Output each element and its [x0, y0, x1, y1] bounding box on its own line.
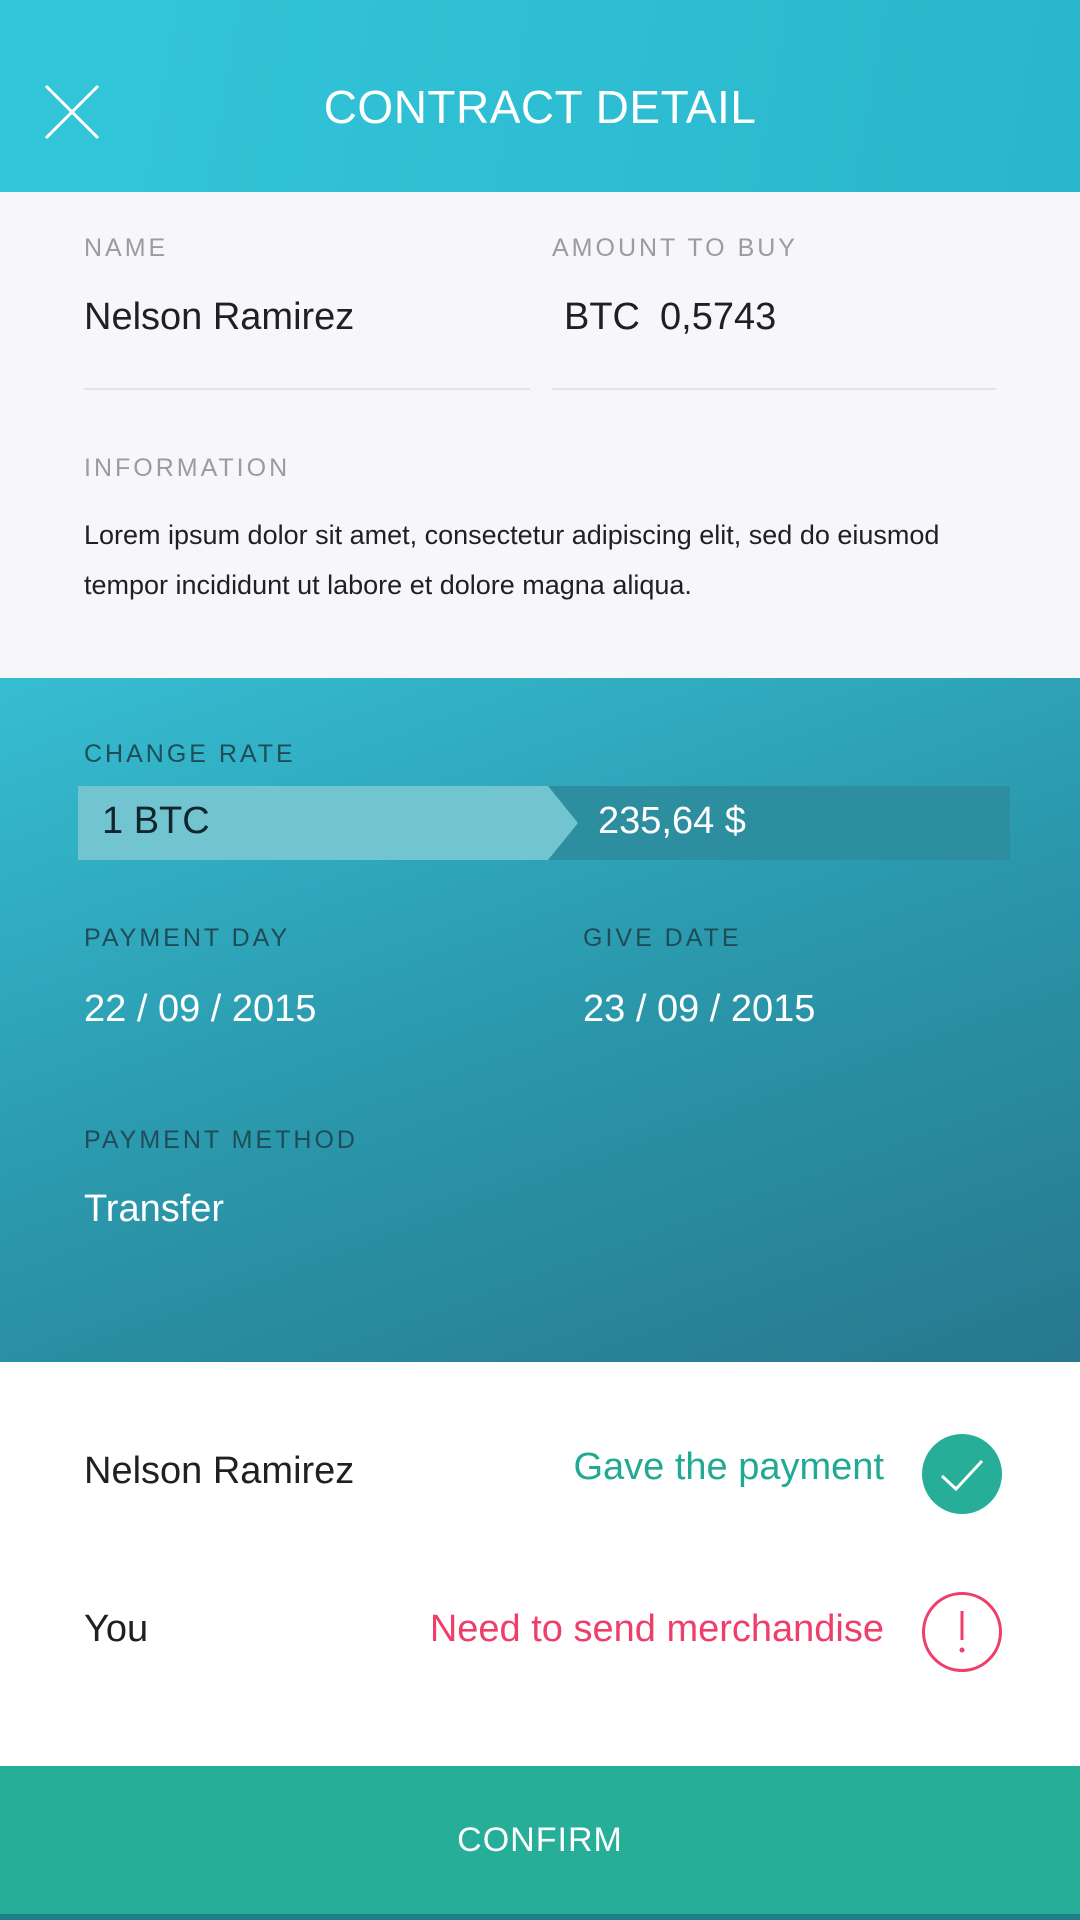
header-bar: CONTRACT DETAIL [0, 0, 1080, 192]
rates-section: CHANGE RATE 1 BTC 235,64 $ PAYMENT DAY 2… [0, 678, 1080, 1362]
status-section: Nelson Ramirez Gave the payment You Need… [0, 1362, 1080, 1766]
give-date-label: GIVE DATE [583, 924, 742, 952]
name-value: Nelson Ramirez [84, 296, 355, 338]
check-icon [940, 1459, 984, 1492]
page-title: CONTRACT DETAIL [323, 81, 757, 133]
name-label: NAME [84, 234, 169, 262]
change-rate-bar: 1 BTC 235,64 $ [78, 786, 1010, 860]
confirm-button[interactable]: CONFIRM [0, 1766, 1080, 1914]
amount-value: 0,5743 [660, 296, 777, 338]
amount-underline [552, 388, 996, 390]
give-date-value: 23 / 09 / 2015 [583, 988, 816, 1030]
rate-to: 235,64 $ [598, 800, 746, 842]
bottom-edge-divider [0, 1914, 1080, 1920]
amount-currency: BTC [564, 296, 640, 338]
payment-method-value: Transfer [84, 1188, 225, 1230]
status-alert-badge [922, 1592, 1002, 1672]
rate-from: 1 BTC [102, 800, 210, 842]
status-party-you: You [84, 1608, 149, 1650]
status-check-badge [922, 1434, 1002, 1514]
status-party-name: Nelson Ramirez [84, 1450, 355, 1492]
change-rate-label: CHANGE RATE [84, 740, 296, 768]
information-text: Lorem ipsum dolor sit amet, consectetur … [84, 520, 940, 600]
alert-icon [959, 1611, 965, 1653]
payment-method-label: PAYMENT METHOD [84, 1126, 358, 1154]
status-payment-text: Gave the payment [573, 1446, 884, 1488]
status-merchandise-text: Need to send merchandise [429, 1608, 884, 1650]
payment-day-label: PAYMENT DAY [84, 924, 291, 952]
name-underline [84, 388, 530, 390]
information-label: INFORMATION [84, 454, 291, 482]
rate-arrow-icon [548, 786, 578, 860]
payment-day-value: 22 / 09 / 2015 [84, 988, 317, 1030]
contract-details-section: NAME Nelson Ramirez AMOUNT TO BUY BTC 0,… [0, 192, 1080, 678]
amount-label: AMOUNT TO BUY [552, 234, 798, 262]
